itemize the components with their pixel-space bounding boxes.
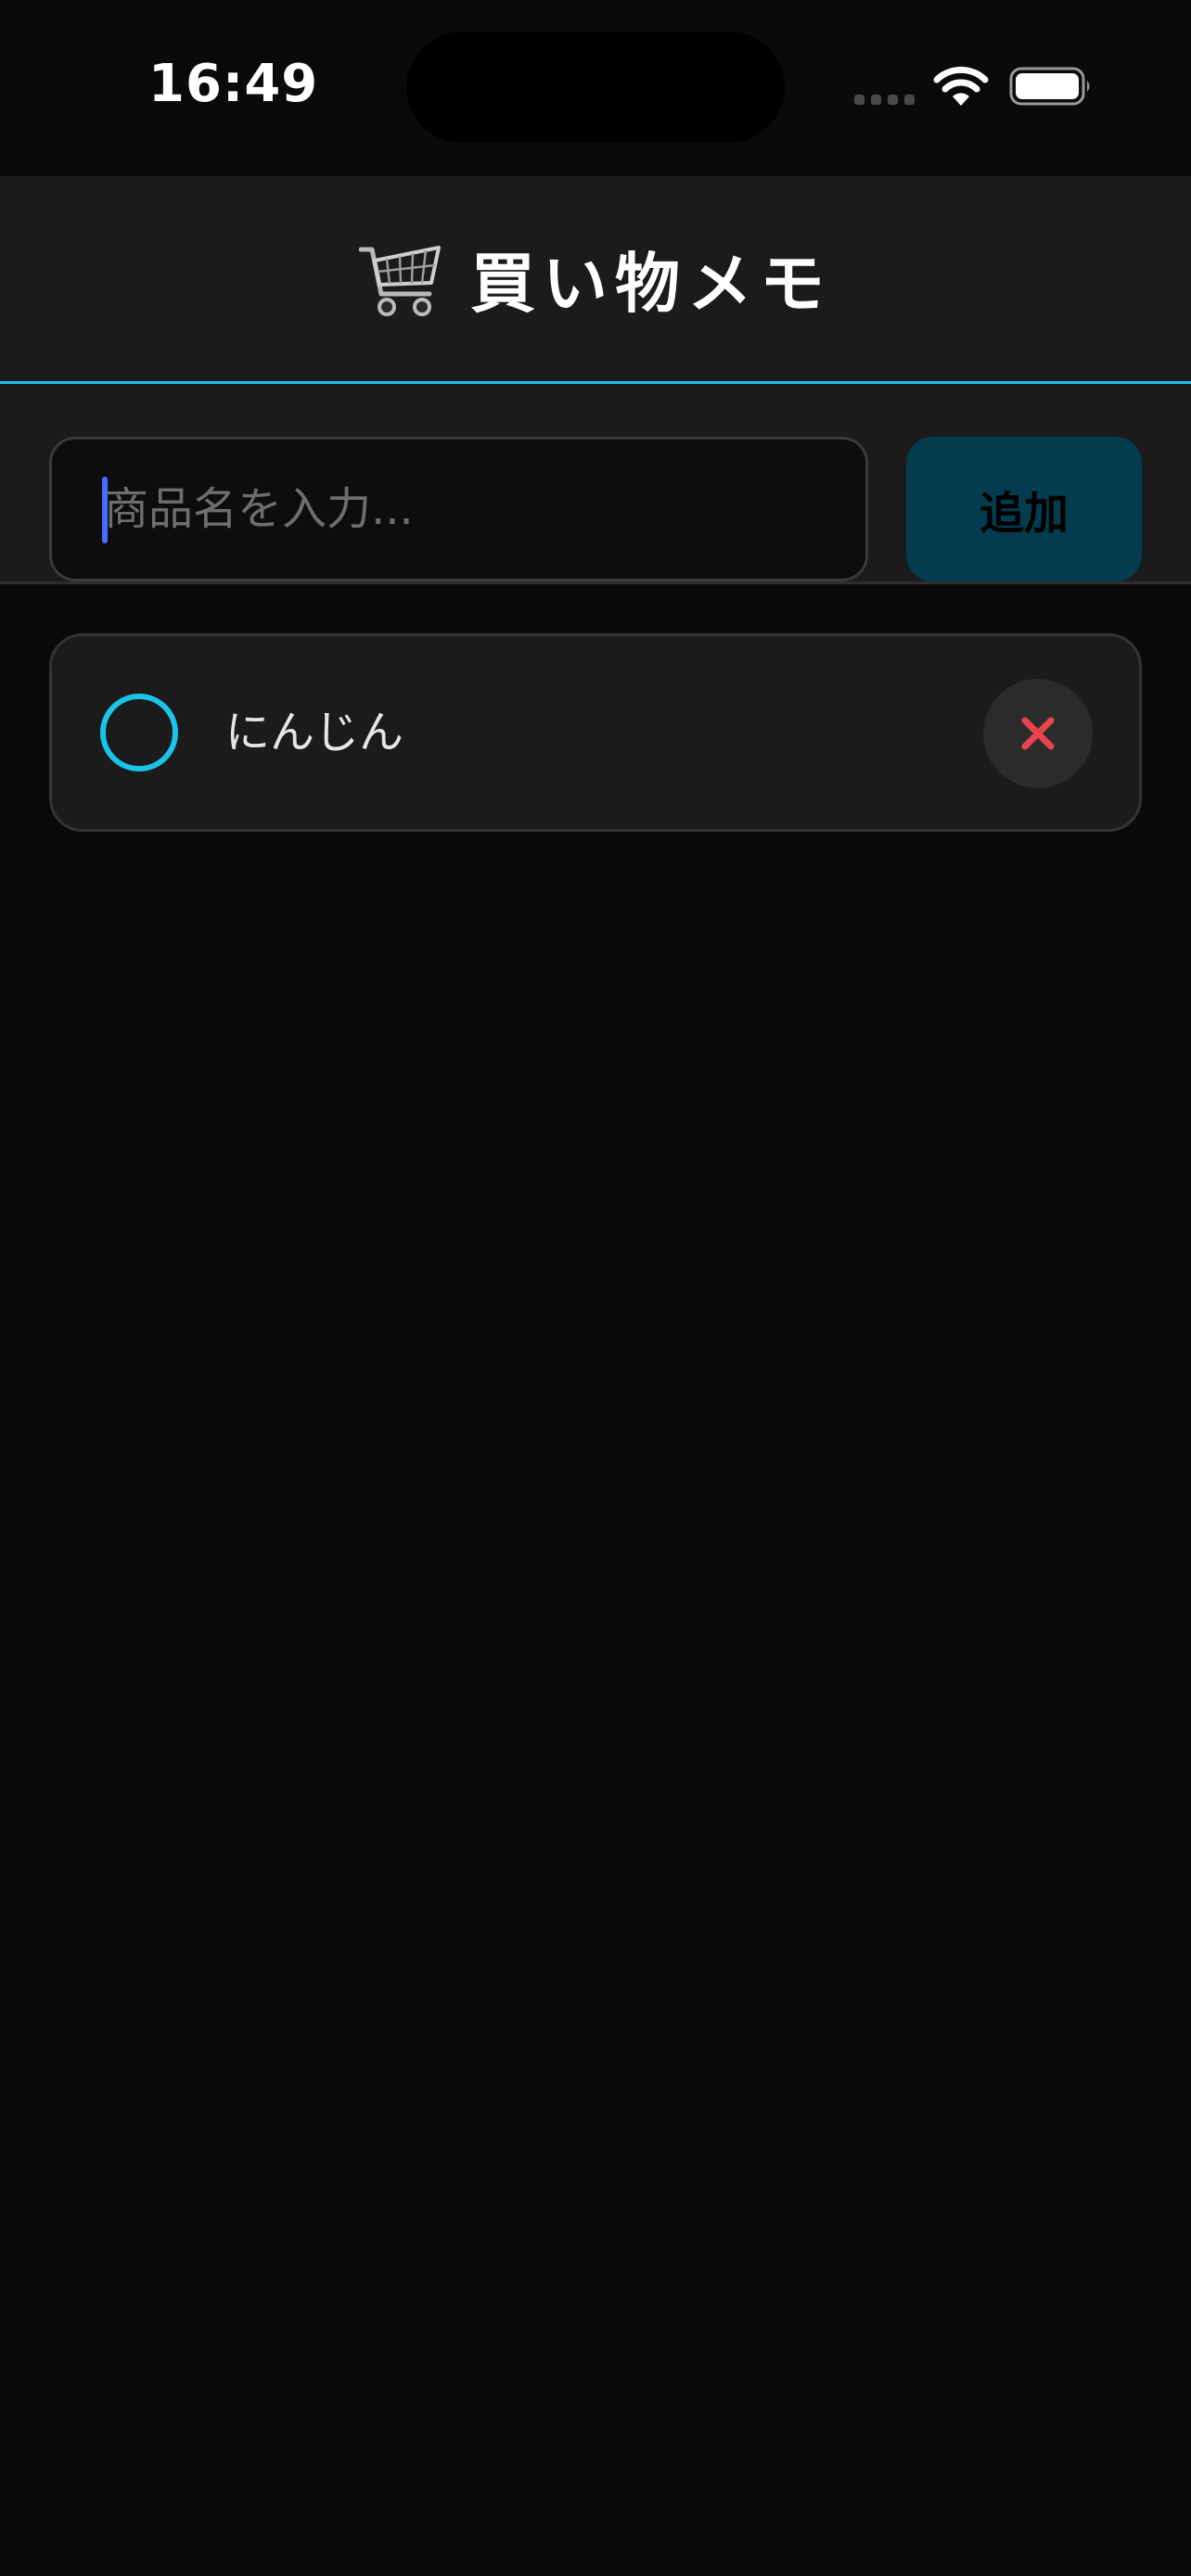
page-title: 買い物メモ — [470, 246, 832, 322]
close-icon — [1021, 717, 1055, 750]
item-input-box[interactable] — [49, 437, 868, 581]
list-item[interactable]: にんじん — [49, 633, 1142, 832]
delete-button[interactable] — [983, 679, 1093, 788]
item-label: にんじん — [225, 707, 404, 759]
battery-icon — [1009, 67, 1090, 106]
add-button[interactable]: 追加 — [906, 437, 1142, 581]
status-bar: 16:49 — [0, 0, 1191, 176]
shopping-list: にんじん — [49, 633, 1142, 832]
shopping-cart-icon — [359, 245, 441, 316]
input-bar: 追加 — [0, 384, 1191, 584]
cellular-signal-icon — [854, 95, 916, 106]
item-name-input[interactable] — [104, 440, 846, 579]
wifi-icon — [933, 66, 989, 106]
dynamic-island — [406, 32, 785, 143]
check-circle-icon[interactable] — [100, 694, 178, 772]
app-header: 買い物メモ — [0, 176, 1191, 384]
status-time: 16:49 — [148, 54, 319, 114]
